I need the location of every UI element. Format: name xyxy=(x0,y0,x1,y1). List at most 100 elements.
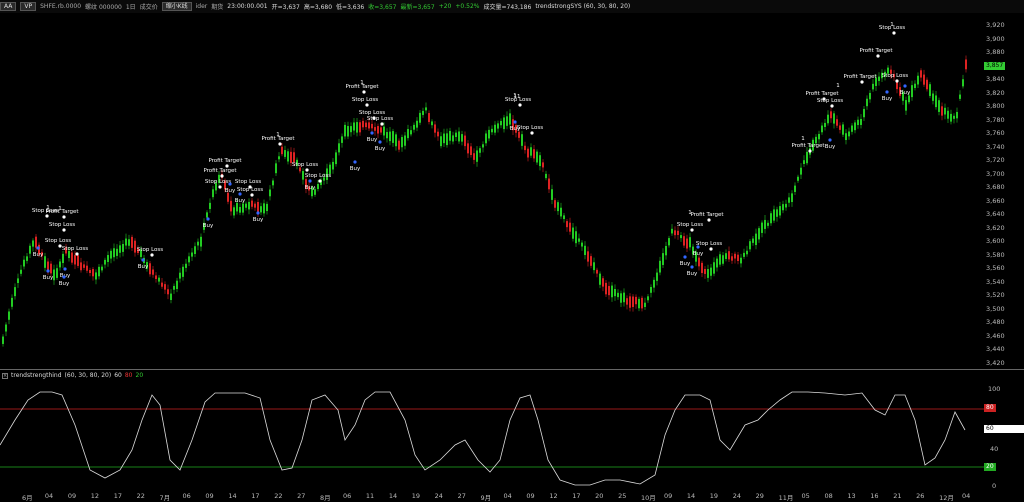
candle-body xyxy=(653,279,655,288)
signal-label-buy: Buy xyxy=(900,90,911,96)
signal-label-stop-loss: Stop Loss xyxy=(49,222,75,228)
date-tick-label: 09 xyxy=(663,492,673,500)
price-tick-label: 3,820 xyxy=(986,88,1005,97)
signal-label-buy: Buy xyxy=(825,144,836,150)
candle-body xyxy=(74,255,76,265)
candle-body xyxy=(824,122,826,127)
candle-body xyxy=(587,251,589,262)
candle-body xyxy=(491,128,493,133)
signal-count-label: 11 xyxy=(514,94,521,100)
date-tick-label: 04 xyxy=(44,492,54,500)
signal-label-stop-loss: Stop Loss xyxy=(235,179,261,185)
candle-body xyxy=(737,254,739,261)
candle-body xyxy=(371,123,373,129)
candle-body xyxy=(530,147,532,156)
signal-label-buy: Buy xyxy=(882,96,893,102)
candle-body xyxy=(851,125,853,132)
candle-body xyxy=(593,262,595,271)
candle-body xyxy=(905,100,907,111)
price-tick-label: 3,920 xyxy=(986,21,1005,29)
candle-body xyxy=(260,206,262,213)
signal-marker xyxy=(228,182,232,186)
candle-body xyxy=(623,292,625,303)
candle-body xyxy=(248,201,250,210)
candle-body xyxy=(731,256,733,261)
candle-body xyxy=(716,258,718,268)
signal-marker xyxy=(707,218,711,222)
candle-body xyxy=(506,116,508,126)
candle-body xyxy=(380,127,382,133)
date-tick-label: 17 xyxy=(251,492,260,500)
candle-body xyxy=(920,70,922,78)
candle-body xyxy=(839,125,841,130)
date-tick-label: 11 xyxy=(365,492,375,500)
signal-label-profit-target: Profit Target xyxy=(203,168,237,174)
candle-body xyxy=(935,95,937,108)
ind-axis-0: 0 xyxy=(992,482,997,490)
candle-body xyxy=(707,269,709,278)
candle-body xyxy=(212,189,214,198)
candle-body xyxy=(353,122,355,131)
candle-body xyxy=(698,257,700,267)
signal-marker xyxy=(305,168,309,172)
candle-body xyxy=(686,238,688,249)
candle-body xyxy=(608,286,610,296)
close-icon[interactable]: × xyxy=(2,372,8,379)
candle-body xyxy=(80,262,82,271)
date-tick-label: 22 xyxy=(136,492,145,500)
date-tick-label: 14 xyxy=(388,492,398,500)
date-tick-label: 04 xyxy=(962,492,971,500)
candle-body xyxy=(131,236,133,248)
candle-body xyxy=(485,133,487,144)
candle-body xyxy=(806,151,808,164)
candle-body xyxy=(683,236,685,246)
signal-marker xyxy=(370,131,374,135)
signal-marker xyxy=(808,149,812,153)
date-tick-label: 27 xyxy=(457,492,466,500)
price-tick-label: 3,580 xyxy=(986,250,1005,259)
candle-body xyxy=(23,259,25,267)
candle-body xyxy=(458,131,460,142)
candle-body xyxy=(431,121,433,126)
price-chart[interactable]: Stop Loss Profit Target Stop Loss Stop Loss… xyxy=(0,0,1024,502)
candle-body xyxy=(440,136,442,147)
candle-body xyxy=(941,106,943,116)
panel-divider[interactable] xyxy=(0,369,1024,370)
candle-body xyxy=(791,193,793,203)
candle-body xyxy=(254,203,256,208)
candle-body xyxy=(335,152,337,165)
candle-body xyxy=(479,148,481,153)
candle-body xyxy=(629,296,631,308)
candle-body xyxy=(191,252,193,257)
candle-body xyxy=(557,202,559,212)
candle-body xyxy=(230,200,232,212)
candle-body xyxy=(428,113,430,122)
candle-body xyxy=(869,92,871,100)
candle-body xyxy=(569,222,571,232)
signal-label-profit-target: Profit Target xyxy=(45,209,79,215)
candle-body xyxy=(32,240,34,247)
candle-body xyxy=(944,107,946,115)
date-tick-label: 09 xyxy=(526,492,535,500)
price-tick-label: 3,500 xyxy=(986,304,1005,313)
candle-body xyxy=(407,129,409,139)
candle-body xyxy=(527,148,529,158)
price-tick-label: 3,620 xyxy=(986,223,1005,232)
date-tick-label: 24 xyxy=(434,492,443,500)
signal-label-stop-loss: Stop Loss xyxy=(367,116,393,122)
date-tick-label: 19 xyxy=(411,492,421,500)
candle-body xyxy=(53,269,55,281)
candle-body xyxy=(89,269,91,274)
date-tick-label: 05 xyxy=(801,492,810,500)
candle-body xyxy=(194,246,196,254)
candle-body xyxy=(95,272,97,280)
signal-marker xyxy=(75,252,79,256)
date-tick-label: 16 xyxy=(870,492,879,500)
candle-body xyxy=(341,136,343,143)
candle-body xyxy=(932,93,934,101)
signal-marker xyxy=(62,275,66,279)
candle-body xyxy=(233,207,235,216)
date-tick-label: 27 xyxy=(297,492,306,500)
price-tick-label: 3,900 xyxy=(986,34,1005,43)
candle-body xyxy=(599,273,601,285)
